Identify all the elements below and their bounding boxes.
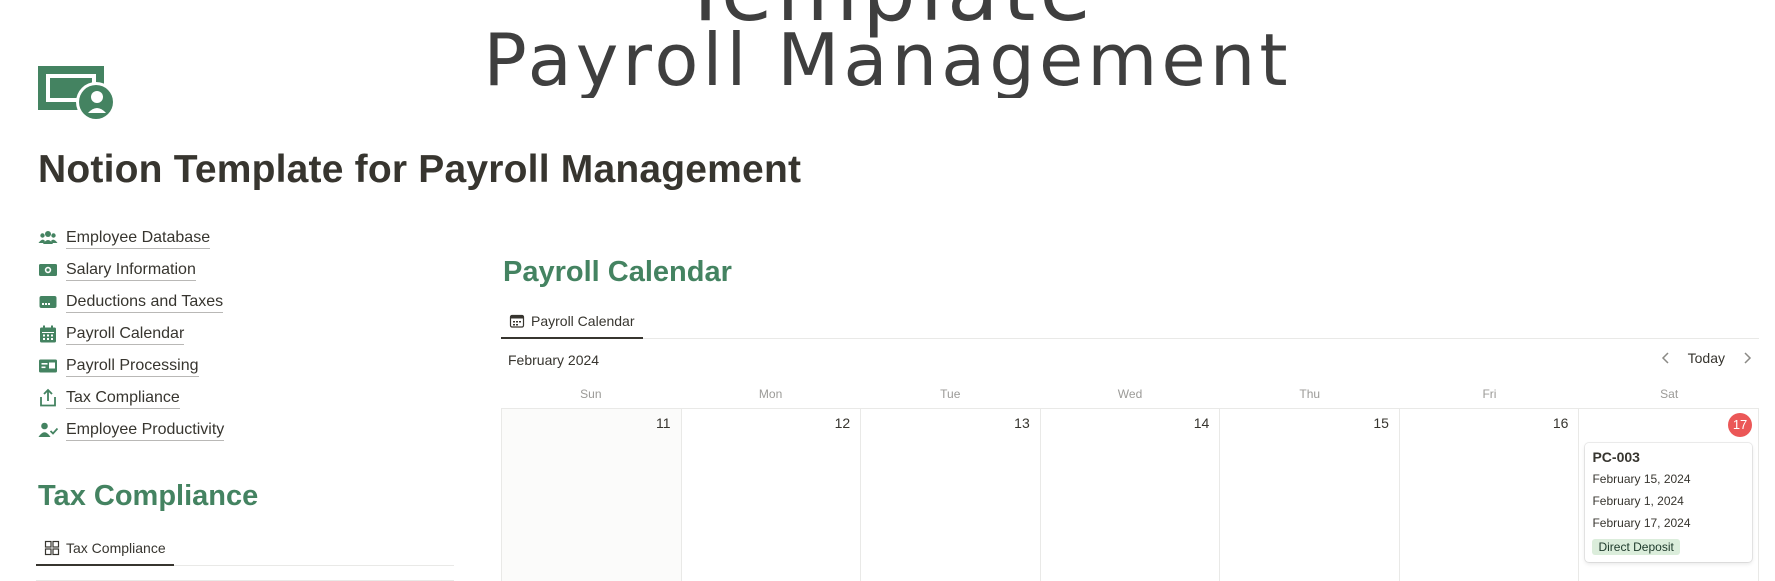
users-icon [38, 228, 58, 248]
event-date-property: February 17, 2024 [1592, 516, 1691, 530]
tab-label: Payroll Calendar [531, 313, 635, 329]
calendar-icon [38, 324, 58, 344]
calendar-day-cell-today[interactable]: 17 PC-003 February 15, 2024 February 1, … [1579, 409, 1760, 581]
day-number: 16 [1552, 415, 1569, 431]
link-payroll-processing[interactable]: Payroll Processing [38, 350, 458, 382]
link-label: Employee Productivity [66, 420, 225, 441]
link-label: Payroll Calendar [66, 324, 185, 345]
link-employee-productivity[interactable]: Employee Productivity [38, 414, 458, 446]
tab-tax-compliance[interactable]: Tax Compliance [36, 532, 174, 566]
calendar-grid: Sun Mon Tue Wed Thu Fri Sat 11 12 13 14 … [501, 384, 1760, 581]
chevron-left-icon[interactable] [1658, 350, 1674, 366]
link-tax-compliance[interactable]: Tax Compliance [38, 382, 458, 414]
cover-text-title: Payroll Management [483, 18, 1292, 98]
weekday-label: Tue [940, 387, 961, 401]
link-deductions-and-taxes[interactable]: Deductions and Taxes [38, 286, 458, 318]
id-card-icon [38, 356, 58, 376]
calendar-day-cell[interactable]: 11 [502, 409, 682, 581]
page-cover[interactable]: Template Payroll Management [0, 0, 1775, 98]
chevron-right-icon[interactable] [1739, 350, 1755, 366]
event-date-property: February 15, 2024 [1592, 472, 1691, 486]
link-payroll-calendar[interactable]: Payroll Calendar [38, 318, 458, 350]
weekday-label: Thu [1299, 387, 1321, 401]
event-title: PC-003 [1592, 449, 1640, 465]
day-number: 14 [1193, 415, 1210, 431]
link-label: Salary Information [66, 260, 196, 281]
calendar-weekday-header: Sun Mon Tue Wed Thu Fri Sat [501, 384, 1759, 408]
day-number: 11 [656, 415, 671, 431]
tab-label: Tax Compliance [66, 540, 166, 556]
link-label: Payroll Processing [66, 356, 199, 377]
calendar-day-cell[interactable]: 12 [682, 409, 862, 581]
link-label: Tax Compliance [66, 388, 180, 409]
calendar-month-label: February 2024 [508, 352, 600, 368]
tab-payroll-calendar[interactable]: Payroll Calendar [501, 305, 643, 339]
weekday-label: Mon [758, 387, 783, 401]
weekday-label: Sun [580, 387, 602, 401]
gallery-grid-icon [44, 540, 60, 556]
link-employee-database[interactable]: Employee Database [38, 222, 458, 254]
link-label: Deductions and Taxes [66, 292, 224, 313]
weekday-label: Sat [1660, 387, 1679, 401]
calendar-view-icon [509, 313, 525, 329]
payroll-calendar-view-tabs: Payroll Calendar [501, 303, 1759, 339]
tax-compliance-heading: Tax Compliance [38, 480, 259, 512]
calendar-week-row: 11 12 13 14 15 16 17 PC-003 February 15,… [501, 408, 1760, 581]
money-bill-icon[interactable] [36, 64, 118, 124]
card-icon [38, 292, 58, 312]
day-number: 13 [1014, 415, 1030, 431]
page-title: Notion Template for Payroll Management [38, 148, 802, 191]
day-number: 15 [1373, 415, 1389, 431]
payroll-calendar-heading: Payroll Calendar [503, 256, 732, 288]
user-check-icon [38, 420, 58, 440]
event-date-property: February 1, 2024 [1592, 494, 1684, 508]
calendar-day-cell[interactable]: 14 [1041, 409, 1221, 581]
calendar-day-cell[interactable]: 13 [861, 409, 1041, 581]
today-button[interactable]: Today [1688, 350, 1725, 366]
tax-compliance-view-tabs: Tax Compliance [36, 532, 454, 566]
link-salary-information[interactable]: Salary Information [38, 254, 458, 286]
share-upload-icon [38, 388, 58, 408]
calendar-day-cell[interactable]: 16 [1400, 409, 1580, 581]
calendar-navigation: Today [1658, 350, 1755, 366]
weekday-label: Fri [1482, 387, 1497, 401]
page-links-list: Employee Database Salary Information Ded… [38, 222, 458, 446]
day-number: 12 [834, 415, 851, 431]
today-day-badge: 17 [1728, 413, 1753, 437]
link-label: Employee Database [66, 228, 211, 249]
payment-method-tag: Direct Deposit [1592, 539, 1680, 555]
weekday-label: Wed [1117, 387, 1143, 401]
money-bill-icon [38, 260, 58, 280]
calendar-day-cell[interactable]: 15 [1220, 409, 1400, 581]
calendar-event-card[interactable]: PC-003 February 15, 2024 February 1, 202… [1585, 443, 1753, 562]
